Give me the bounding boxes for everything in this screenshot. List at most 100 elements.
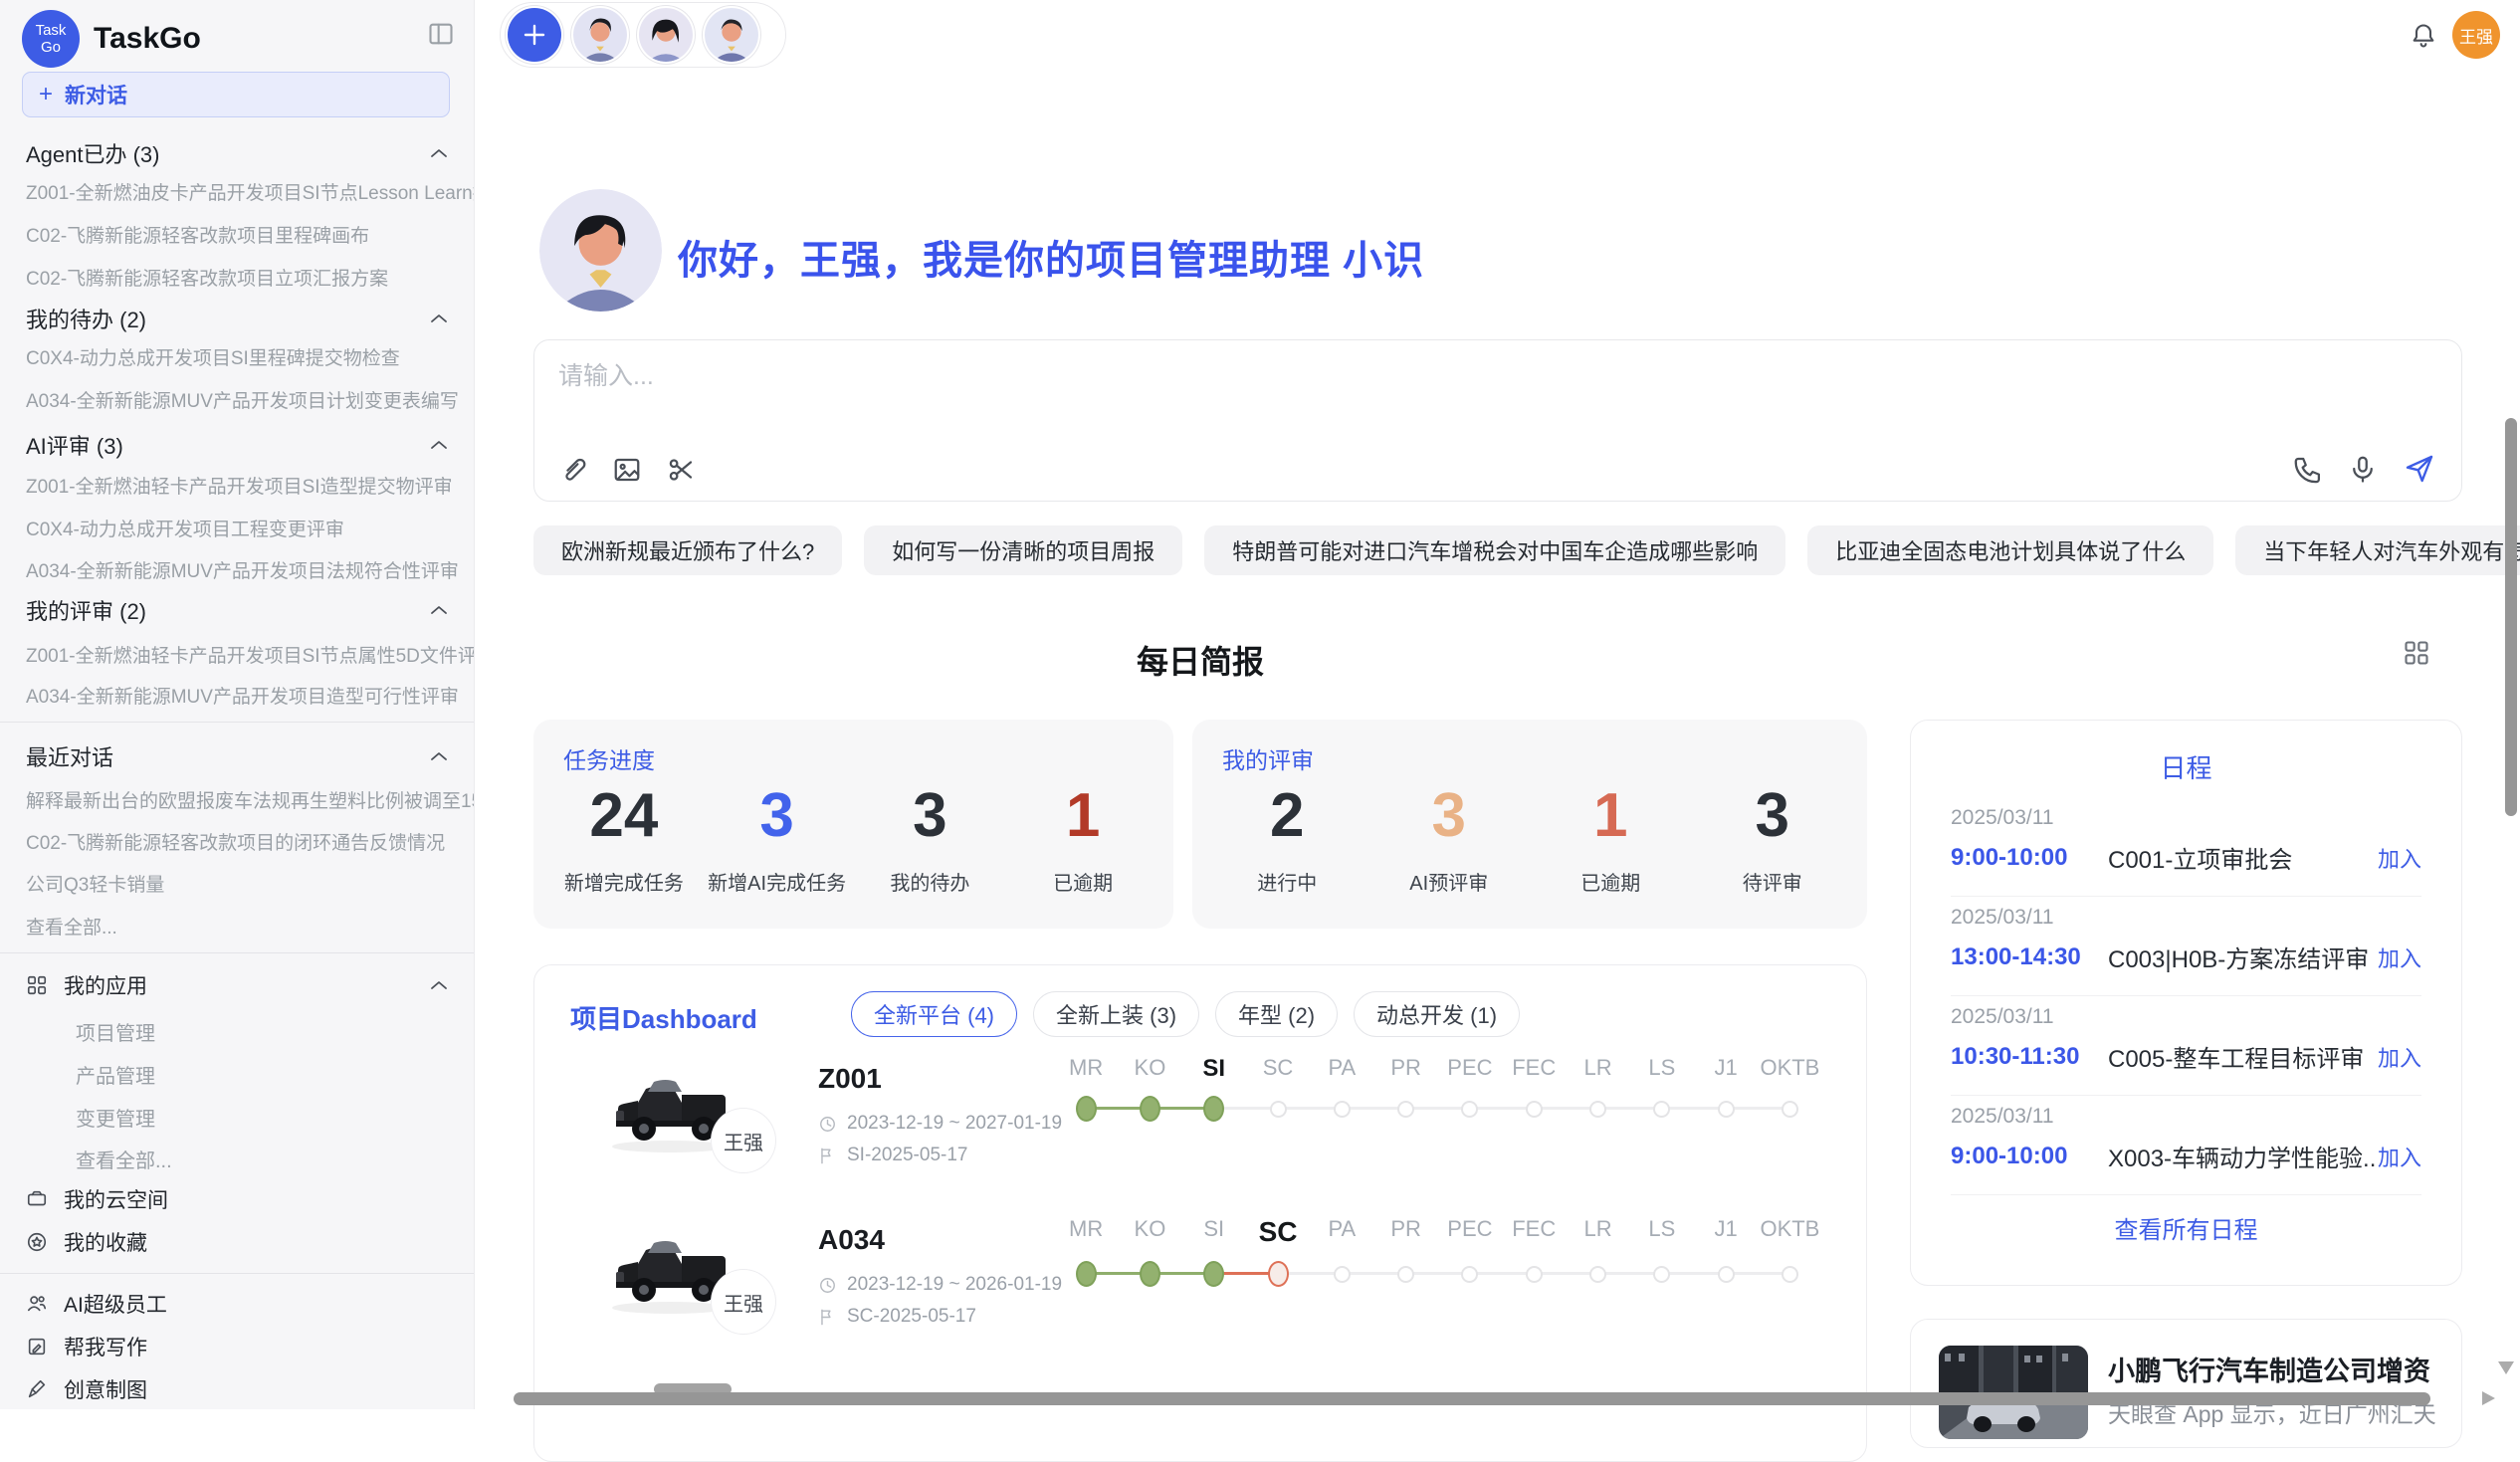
apps-view-all[interactable]: 查看全部... [0, 1139, 474, 1178]
sidebar-item[interactable]: C02-飞腾新能源轻客改款项目里程碑画布 [0, 214, 474, 254]
new-chat-label: 新对话 [65, 80, 127, 109]
suggestion-chip[interactable]: 欧洲新规最近颁布了什么? [533, 525, 842, 575]
conversation-avatar[interactable] [705, 8, 758, 62]
schedule-event-title: C001-立项审批会 [2108, 840, 2378, 875]
project-name: Z001 [818, 1063, 882, 1095]
send-icon[interactable] [2404, 453, 2435, 485]
sidebar-help-write[interactable]: 帮我写作 [0, 1327, 474, 1366]
app-item-project-mgmt[interactable]: 项目管理 [0, 1011, 474, 1051]
chevron-up-icon [430, 148, 448, 158]
divider [1951, 896, 2421, 897]
join-link[interactable]: 加入 [2378, 1141, 2421, 1172]
schedule-time: 9:00-10:00 [1951, 844, 2108, 872]
sidebar-item[interactable]: C0X4-动力总成开发项目SI里程碑提交物检查 [0, 336, 474, 376]
plus-icon [522, 22, 547, 48]
tab-powertrain[interactable]: 动总开发 (1) [1354, 991, 1520, 1037]
recent-chat-item[interactable]: C02-飞腾新能源轻客改款项目的闭环通告反馈情况 [0, 821, 474, 861]
suggestion-chip[interactable]: 特朗普可能对进口汽车增税会对中国车企造成哪些影响 [1204, 525, 1785, 575]
sidebar-my-favorites[interactable]: 我的收藏 [0, 1222, 474, 1262]
sidebar-item[interactable]: A034-全新新能源MUV产品开发项目计划变更表编写 [0, 379, 474, 419]
schedule-title: 日程 [1911, 748, 2461, 785]
suggestion-chip[interactable]: 当下年轻人对汽车外观有怎样的喜好趋势 [2235, 525, 2520, 575]
milestone-dot [1397, 1101, 1414, 1118]
suggestion-chip[interactable]: 比亚迪全固态电池计划具体说了什么 [1807, 525, 2213, 575]
join-link[interactable]: 加入 [2378, 1041, 2421, 1073]
sidebar-item[interactable]: Z001-全新燃油皮卡产品开发项目SI节点Lesson Learn报告 [0, 171, 474, 211]
conversation-avatar[interactable] [639, 8, 693, 62]
user-avatar[interactable]: 王强 [2452, 11, 2500, 59]
sidebar-my-apps[interactable]: 我的应用 [0, 965, 474, 1005]
sidebar-item[interactable]: C02-飞腾新能源轻客改款项目立项汇报方案 [0, 257, 474, 297]
phone-icon[interactable] [2292, 454, 2322, 484]
schedule-entry: 2025/03/11 9:00-10:00 X003-车辆动力学性能验... 加… [1951, 1105, 2421, 1173]
sidebar-item[interactable]: C0X4-动力总成开发项目工程变更评审 [0, 508, 474, 547]
conversation-avatar[interactable] [573, 8, 627, 62]
card-title: 任务进度 [563, 741, 655, 775]
task-progress-card: 任务进度 24新增完成任务 3新增AI完成任务 3我的待办 1已逾期 [533, 720, 1173, 929]
view-all-schedule-link[interactable]: 查看所有日程 [1911, 1210, 2461, 1245]
layout-grid-icon[interactable] [2403, 639, 2430, 667]
news-card[interactable]: 小鹏飞行汽车制造公司增资 天眼查 App 显示，近日广州汇天飞行汽... [1910, 1319, 2462, 1448]
app-item-product-mgmt[interactable]: 产品管理 [0, 1054, 474, 1094]
horizontal-scrollbar[interactable] [514, 1392, 2430, 1405]
project-name: A034 [818, 1224, 885, 1256]
sidebar-item[interactable]: A034-全新新能源MUV产品开发项目造型可行性评审 [0, 675, 474, 715]
sidebar-creative-draw[interactable]: 创意制图 [0, 1369, 474, 1409]
tab-all-new-platform[interactable]: 全新平台 (4) [851, 991, 1017, 1037]
collapse-sidebar-icon[interactable] [426, 20, 456, 48]
attachment-icon[interactable] [558, 455, 588, 485]
flag-icon [818, 1308, 837, 1327]
sidebar-section-agent-done[interactable]: Agent已办 (3) [0, 133, 474, 173]
tab-new-body[interactable]: 全新上装 (3) [1033, 991, 1199, 1037]
clock-icon [818, 1115, 837, 1134]
sidebar-section-ai-review[interactable]: AI评审 (3) [0, 425, 474, 465]
dashboard-filter-tabs: 全新平台 (4) 全新上装 (3) 年型 (2) 动总开发 (1) [851, 991, 1520, 1037]
sidebar-section-recent[interactable]: 最近对话 [0, 736, 474, 776]
recent-chat-item[interactable]: 解释最新出台的欧盟报废车法规再生塑料比例被调至15%... [0, 779, 474, 819]
project-row[interactable]: 王强 Z001 2023-12-19 ~ 2027-01-19 SI-2025-… [534, 1053, 1866, 1212]
scroll-right-arrow[interactable] [2482, 1391, 2495, 1405]
stat-pending-review: 3待评审 [1692, 781, 1854, 896]
notification-bell-icon[interactable] [2410, 22, 2437, 50]
sidebar-item[interactable]: Z001-全新燃油轻卡产品开发项目SI造型提交物评审 [0, 465, 474, 505]
tab-year-model[interactable]: 年型 (2) [1215, 991, 1338, 1037]
stat-in-progress: 2进行中 [1206, 781, 1368, 896]
join-link[interactable]: 加入 [2378, 941, 2421, 973]
milestone-dot-done [1076, 1096, 1097, 1122]
milestone-dot-done [1140, 1096, 1160, 1122]
milestone-dot [1526, 1266, 1543, 1283]
daily-brief-title: 每日简报 [533, 637, 1867, 683]
suggestion-chip[interactable]: 如何写一份清晰的项目周报 [864, 525, 1182, 575]
add-conversation-button[interactable] [508, 8, 561, 62]
schedule-time: 13:00-14:30 [1951, 943, 2108, 971]
plus-icon: + [39, 81, 53, 108]
project-row[interactable]: 王强 A034 2023-12-19 ~ 2026-01-19 SC-2025-… [534, 1214, 1866, 1373]
new-chat-button[interactable]: + 新对话 [22, 72, 450, 117]
milestone-dot [1461, 1266, 1478, 1283]
chat-input-box [533, 339, 2462, 502]
milestone-dot-done [1076, 1261, 1097, 1287]
greeting-text: 你好，王强，我是你的项目管理助理 小识 [678, 228, 1424, 286]
project-flag-milestone: SI-2025-05-17 [818, 1145, 967, 1166]
sidebar-section-my-todo[interactable]: 我的待办 (2) [0, 299, 474, 338]
scissors-icon[interactable] [666, 455, 696, 485]
recent-view-all[interactable]: 查看全部... [0, 906, 474, 945]
milestone-dot [1526, 1101, 1543, 1118]
image-icon[interactable] [612, 455, 642, 485]
sidebar-item[interactable]: Z001-全新燃油轻卡产品开发项目SI节点属性5D文件评审 [0, 634, 474, 674]
divider [1951, 1194, 2421, 1195]
sidebar-section-my-review[interactable]: 我的评审 (2) [0, 590, 474, 630]
divider [0, 1273, 474, 1274]
sidebar-item[interactable]: A034-全新新能源MUV产品开发项目法规符合性评审 [0, 549, 474, 589]
microphone-icon[interactable] [2348, 454, 2378, 484]
recent-chat-item[interactable]: 公司Q3轻卡销量 [0, 863, 474, 903]
sidebar-ai-employee[interactable]: AI超级员工 [0, 1284, 474, 1324]
scroll-down-arrow[interactable] [2498, 1361, 2514, 1374]
stat-new-ai-done: 3新增AI完成任务 [701, 781, 854, 896]
vertical-scrollbar[interactable] [2505, 418, 2517, 816]
chat-input[interactable] [556, 354, 2439, 438]
join-link[interactable]: 加入 [2378, 842, 2421, 874]
app-item-change-mgmt[interactable]: 变更管理 [0, 1097, 474, 1137]
milestone-dot [1653, 1101, 1670, 1118]
sidebar-my-cloud[interactable]: 我的云空间 [0, 1179, 474, 1219]
